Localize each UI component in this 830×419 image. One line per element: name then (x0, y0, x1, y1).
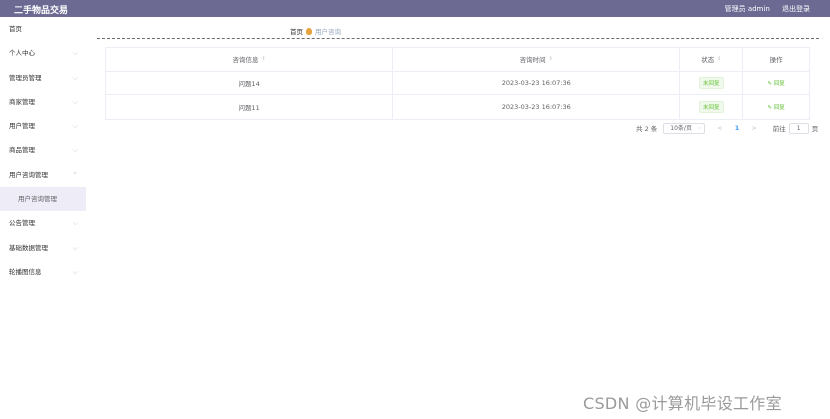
cell-time: 2023-03-23 16:07:36 (393, 71, 681, 94)
chevron-down-icon: ⌵ (72, 146, 78, 155)
sidebar-item-label: 首页 (9, 25, 22, 33)
sidebar-item-label: 商品管理 (9, 146, 35, 155)
sidebar-item-carousel-info[interactable]: 轮播图信息 ⌵ (0, 260, 86, 284)
total-count: 共 2 条 (636, 125, 658, 133)
breadcrumb-current: 用户咨询 (315, 28, 341, 36)
reply-button-label: 回复 (773, 104, 785, 111)
chevron-down-icon: ⌵ (697, 124, 702, 131)
page-size-value: 10条/页 (670, 124, 692, 132)
page-number[interactable]: 1 (735, 124, 740, 132)
page-size-select[interactable]: 10条/页 ⌵ (663, 122, 706, 134)
column-header-label: 操作 (769, 56, 783, 65)
goto-unit: 页 (811, 125, 819, 133)
table-row: 问题14 2023-03-23 16:07:36 未回复 ✎ 回复 (106, 71, 809, 95)
column-header-info[interactable]: 咨询信息 ⇕ (106, 48, 394, 71)
sidebar-item-profile[interactable]: 个人中心 ⌵ (0, 41, 86, 65)
column-header-status[interactable]: 状态 ⇕ (680, 48, 744, 71)
column-header-label: 咨询信息 (232, 56, 259, 65)
column-header-label: 咨询时间 (519, 56, 546, 65)
sidebar-item-label: 轮播图信息 (9, 267, 42, 276)
sidebar-item-label: 个人中心 (9, 49, 35, 58)
table-row: 问题11 2023-03-23 16:07:36 未回复 ✎ 回复 (106, 95, 809, 119)
cell-status: 未回复 (680, 71, 744, 94)
sidebar: 首页 个人中心 ⌵ 管理员管理 ⌵ 商家管理 ⌵ 用户管理 ⌵ 商品管理 ⌵ 用户咨询管理… (0, 17, 86, 419)
watermark: CSDN @计算机毕设工作室 (583, 394, 782, 413)
sort-icon[interactable]: ⇕ (717, 56, 721, 62)
sidebar-item-goods-management[interactable]: 商品管理 ⌵ (0, 138, 86, 162)
sidebar-item-admin-management[interactable]: 管理员管理 ⌵ (0, 66, 86, 90)
cell-action: ✎ 回复 (743, 72, 809, 95)
top-bar: 二手物品交易 管理员 admin 退出登录 (0, 0, 830, 17)
column-header-action: 操作 (743, 48, 809, 71)
sidebar-item-label: 商家管理 (9, 97, 35, 106)
chevron-down-icon: ⌵ (72, 243, 78, 252)
cell-info: 问题11 (106, 95, 394, 119)
chevron-down-icon: ⌵ (72, 49, 78, 58)
breadcrumb: 首页 用户咨询 (290, 26, 341, 36)
sidebar-item-label: 用户管理 (9, 122, 35, 131)
cell-status: 未回复 (680, 95, 744, 119)
app-title: 二手物品交易 (14, 6, 69, 16)
goto-label: 前往 (772, 125, 786, 133)
table-header: 咨询信息 ⇕ 咨询时间 ⇕ 状态 ⇕ 操作 (106, 48, 809, 72)
sort-icon[interactable]: ⇕ (261, 56, 265, 62)
user-area: 管理员 admin 退出登录 (715, 4, 810, 14)
chevron-down-icon: ⌵ (72, 267, 78, 276)
reply-button[interactable]: ✎ 回复 (767, 103, 784, 111)
cell-time: 2023-03-23 16:07:36 (393, 95, 681, 119)
sidebar-subitem-consult-management[interactable]: 用户咨询管理 (0, 187, 86, 212)
sidebar-item-label: 管理员管理 (9, 73, 42, 82)
logout-link[interactable]: 退出登录 (782, 5, 810, 13)
pagination: 共 2 条 10条/页 ⌵ < 1 > 前往 1 页 (636, 122, 818, 134)
sidebar-item-consult-management[interactable]: 用户咨询管理 ⌃ (0, 163, 86, 187)
status-badge: 未回复 (699, 100, 724, 113)
chevron-down-icon: ⌵ (72, 219, 78, 228)
sidebar-item-home[interactable]: 首页 (0, 17, 86, 41)
column-header-time[interactable]: 咨询时间 ⇕ (393, 48, 681, 71)
chevron-down-icon: ⌵ (72, 73, 78, 82)
consult-table: 咨询信息 ⇕ 咨询时间 ⇕ 状态 ⇕ 操作 问题14 2023-03-23 16:07… (105, 47, 810, 120)
reply-button-label: 回复 (773, 80, 785, 87)
sidebar-item-label: 用户咨询管理 (9, 170, 48, 179)
divider (97, 38, 819, 39)
reply-button[interactable]: ✎ 回复 (767, 79, 784, 87)
prev-page-button[interactable]: < (717, 124, 722, 132)
chevron-up-icon: ⌃ (72, 170, 78, 179)
chevron-down-icon: ⌵ (72, 97, 78, 106)
next-page-button[interactable]: > (751, 124, 756, 132)
cell-action: ✎ 回复 (743, 95, 809, 119)
cell-info: 问题14 (106, 71, 394, 94)
column-header-label: 状态 (701, 56, 715, 65)
sidebar-item-label: 用户咨询管理 (18, 195, 57, 204)
sidebar-item-notice-management[interactable]: 公告管理 ⌵ (0, 211, 86, 235)
status-badge: 未回复 (699, 76, 724, 89)
sidebar-item-label: 基础数据管理 (9, 243, 48, 252)
current-user: 管理员 admin (724, 5, 770, 13)
chevron-down-icon: ⌵ (72, 122, 78, 131)
breadcrumb-home[interactable]: 首页 (290, 28, 303, 36)
sort-icon[interactable]: ⇕ (549, 56, 553, 62)
sidebar-item-merchant-management[interactable]: 商家管理 ⌵ (0, 90, 86, 114)
sidebar-item-user-management[interactable]: 用户管理 ⌵ (0, 114, 86, 138)
sidebar-item-basic-data-management[interactable]: 基础数据管理 ⌵ (0, 236, 86, 260)
sidebar-item-label: 公告管理 (9, 219, 35, 228)
goto-page-input[interactable]: 1 (788, 122, 809, 134)
breadcrumb-separator-icon (306, 28, 312, 35)
